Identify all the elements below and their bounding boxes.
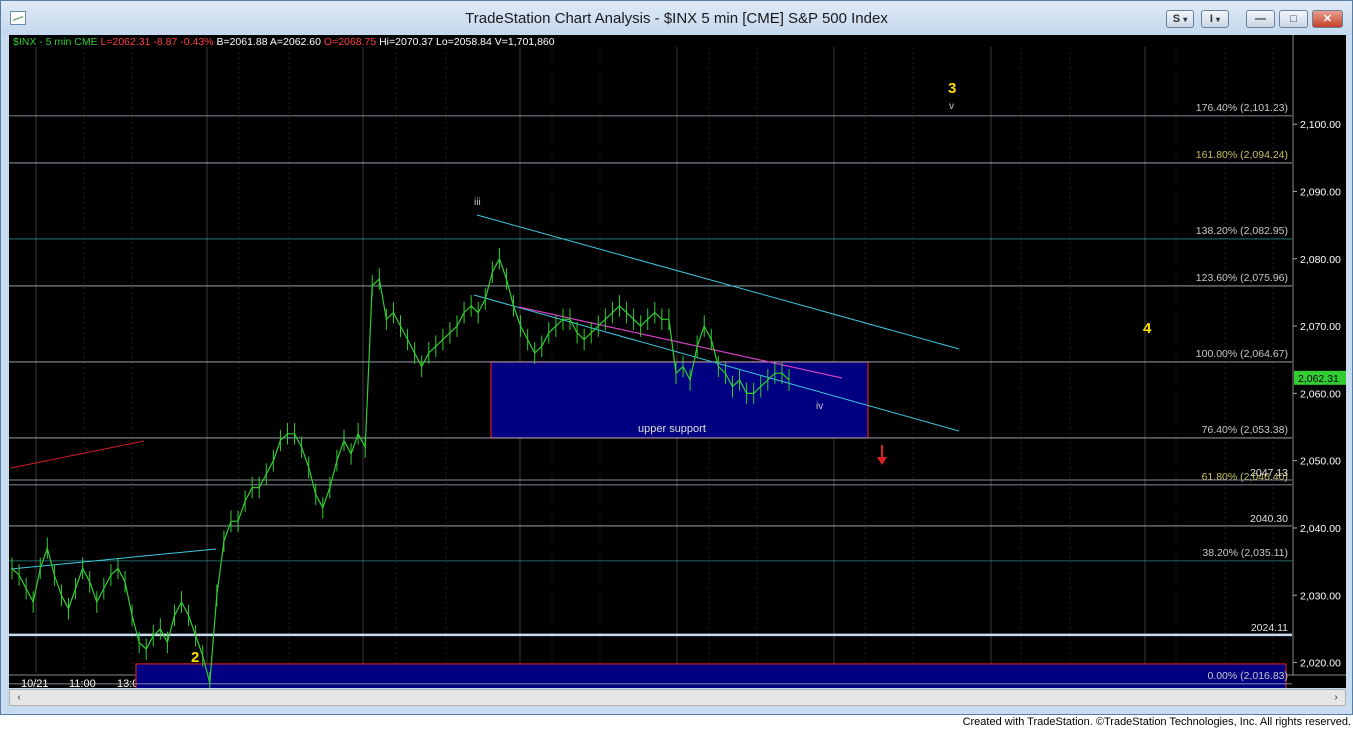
lower-support-zone [135, 663, 1287, 714]
i-menu-button[interactable]: I ▾ [1201, 10, 1229, 28]
scroll-left-icon[interactable]: ‹ [12, 691, 26, 704]
wave-label: 2 [191, 649, 199, 666]
time-tick-label: 10/21 [21, 678, 49, 688]
status-ask: A=2062.60 [269, 36, 321, 48]
window-title: TradeStation Chart Analysis - $INX 5 min… [465, 10, 888, 27]
fib-level-label: 100.00% (2,064.67) [1196, 348, 1288, 360]
scroll-right-icon[interactable]: › [1329, 691, 1343, 704]
wave-label: iii [474, 197, 481, 208]
status-bid: B=2061.88 [216, 36, 268, 48]
chart-area[interactable]: 10/2111:0013:0010/2211:0013:0010/2311:00… [9, 35, 1346, 714]
chart-window: TradeStation Chart Analysis - $INX 5 min… [0, 0, 1353, 715]
fib-level-label: 0.00% (2,016.83) [1207, 670, 1288, 682]
status-change: -8.87 [153, 36, 178, 48]
status-symbol: $INX - 5 min CME [13, 36, 98, 48]
dropdown-arrow-icon: ▾ [1216, 15, 1221, 24]
price-chart[interactable]: 10/2111:0013:0010/2211:0013:0010/2311:00… [9, 35, 1346, 714]
maximize-button[interactable]: □ [1279, 10, 1308, 28]
price-tick-label: 2,100.00 [1300, 119, 1341, 131]
price-tick-label: 2,050.00 [1300, 456, 1341, 468]
support-level-label: 2024.11 [1251, 622, 1288, 634]
support-level-label: 2040.30 [1250, 513, 1288, 525]
wave-label: 4 [1143, 320, 1152, 337]
horizontal-scrollbar[interactable]: ‹ › [9, 689, 1346, 706]
price-tick-label: 2,030.00 [1300, 590, 1341, 602]
dropdown-arrow-icon: ▾ [1183, 15, 1188, 24]
price-tick-label: 2,090.00 [1300, 186, 1341, 198]
price-tick-label: 2,020.00 [1300, 658, 1341, 670]
credit-text: Created with TradeStation. ©TradeStation… [962, 716, 1351, 728]
down-arrow-icon [877, 457, 887, 465]
fib-level-label: 161.80% (2,094.24) [1196, 149, 1288, 161]
upper-support-label: upper support [638, 423, 706, 435]
status-pct: -0.43% [180, 36, 214, 48]
support-level-label: 2047.13 [1250, 467, 1288, 479]
red-trendline [10, 440, 145, 469]
fib-level-label: 176.40% (2,101.23) [1196, 102, 1288, 114]
last-price-label: 2,062.31 [1298, 373, 1339, 385]
fib-level-label: 138.20% (2,082.95) [1196, 225, 1288, 237]
close-button[interactable]: ✕ [1312, 10, 1343, 28]
status-line: $INX - 5 min CME L=2062.31 -8.87 -0.43% … [13, 36, 555, 48]
status-open: O=2068.75 [323, 36, 377, 48]
price-tick-label: 2,080.00 [1300, 254, 1341, 266]
fib-level-label: 38.20% (2,035.11) [1202, 547, 1288, 559]
fib-level-label: 123.60% (2,075.96) [1196, 272, 1288, 284]
minimize-button[interactable]: — [1246, 10, 1275, 28]
wave-label: iv [816, 401, 823, 412]
status-last: L=2062.31 [100, 36, 151, 48]
price-tick-label: 2,040.00 [1300, 523, 1341, 535]
time-tick-label: 11:00 [69, 678, 96, 688]
title-bar[interactable]: TradeStation Chart Analysis - $INX 5 min… [1, 1, 1352, 35]
status-low: Lo=2058.84 [436, 36, 492, 48]
fib-level-label: 76.40% (2,053.38) [1202, 424, 1288, 436]
price-tick-label: 2,060.00 [1300, 388, 1341, 400]
wave-label: 3 [948, 80, 956, 97]
status-high: Hi=2070.37 [379, 36, 434, 48]
wave-label: v [949, 101, 954, 112]
price-tick-label: 2,070.00 [1300, 321, 1341, 333]
status-volume: V=1,701,860 [494, 36, 555, 48]
s-menu-button[interactable]: S ▾ [1166, 10, 1194, 28]
